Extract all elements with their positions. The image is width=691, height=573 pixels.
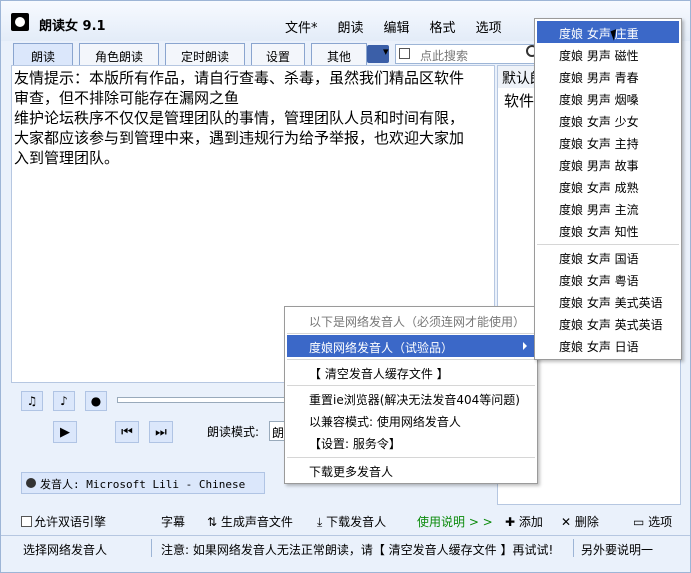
editor-line: 大家都应该参与到管理中来，遇到违规行为给予举报，也欢迎大家加 [14, 129, 465, 147]
editor-line: 审查，但不排除可能存在漏网之鱼 [14, 89, 240, 107]
menu-read[interactable]: 朗读 [338, 17, 364, 36]
app-logo-icon [11, 13, 29, 31]
ctx-divider [287, 457, 535, 458]
play-button[interactable]: ▶ [53, 421, 77, 443]
ctx-divider [287, 359, 535, 360]
submenu-item[interactable]: 度娘 男声 烟嗓 [537, 87, 679, 109]
bilingual-checkbox[interactable]: 允许双语引擎 [21, 513, 106, 530]
submenu-item[interactable]: 度娘 男声 故事 [537, 153, 679, 175]
submenu-item[interactable]: 度娘 女声 国语 [537, 246, 679, 268]
submenu-item[interactable]: 度娘 女声 庄重 [537, 21, 679, 43]
tab-role-read[interactable]: 角色朗读 [79, 43, 159, 65]
status-right: 另外要说明一 [581, 543, 654, 557]
submenu-item[interactable]: 度娘 女声 少女 [537, 109, 679, 131]
ctx-divider [287, 385, 535, 386]
status-divider [151, 539, 152, 557]
palette-icon[interactable] [367, 45, 389, 63]
ctx-clear-cache[interactable]: 【 清空发音人缓存文件 】 [287, 361, 535, 383]
submenu-item[interactable]: 度娘 男声 青春 [537, 65, 679, 87]
music-icon[interactable]: ♪ [53, 391, 75, 411]
voice-context-menu: 以下是网络发音人（必须连网才能使用） 度娘网络发音人（试验品） 【 清空发音人缓… [284, 306, 538, 484]
voice-label: 发音人: Microsoft Lili - Chinese [40, 478, 246, 491]
add-button[interactable]: ✚ 添加 [505, 513, 543, 530]
editor-line: 维护论坛秩序不仅仅是管理团队的事情，管理团队人员和时间有限， [14, 109, 465, 127]
help-link[interactable]: 使用说明 > > [417, 513, 493, 530]
gen-audio-button[interactable]: ⇅ 生成声音文件 [207, 513, 293, 530]
search-input[interactable]: 点此搜索 [395, 44, 535, 64]
status-bar: 选择网络发音人 注意: 如果网络发音人无法正常朗读，请【 清空发音人缓存文件 】… [1, 535, 690, 559]
doc-music-icon[interactable]: ♫ [21, 391, 43, 411]
subtitle-button[interactable]: 字幕 [161, 513, 185, 530]
download-voice-button[interactable]: ⤓ 下载发音人 [317, 513, 386, 530]
submenu-item[interactable]: 度娘 女声 粤语 [537, 268, 679, 290]
ctx-settings[interactable]: 【设置: 服务令】 [287, 431, 535, 453]
submenu-item[interactable]: 度娘 女声 日语 [537, 334, 679, 356]
editor-line: 入到管理团队。 [14, 149, 120, 167]
tab-read[interactable]: 朗读 [13, 43, 73, 65]
ctx-download-more[interactable]: 下载更多发音人 [287, 459, 535, 481]
search-box-icon [399, 48, 410, 59]
menu-edit[interactable]: 编辑 [384, 17, 410, 36]
baidu-voice-submenu: 度娘 女声 庄重 度娘 男声 磁性 度娘 男声 青春 度娘 男声 烟嗓 度娘 女… [534, 18, 682, 360]
submenu-item[interactable]: 度娘 女声 知性 [537, 219, 679, 241]
checkbox-icon [21, 516, 32, 527]
submenu-arrow-icon [523, 342, 527, 350]
submenu-divider [537, 244, 679, 245]
submenu-item[interactable]: 度娘 男声 磁性 [537, 43, 679, 65]
submenu-item[interactable]: 度娘 女声 成熟 [537, 175, 679, 197]
ctx-reset-ie[interactable]: 重置ie浏览器(解决无法发音404等问题) [287, 387, 535, 409]
submenu-item[interactable]: 度娘 男声 主流 [537, 197, 679, 219]
editor-line: 友情提示：本版所有作品，请自行查毒、杀毒，虽然我们精品区软件 [14, 69, 465, 87]
app-title: 朗读女 9.1 [39, 19, 106, 34]
microphone-icon[interactable]: ● [85, 391, 107, 411]
ctx-baidu-label: 度娘网络发音人（试验品） [309, 341, 454, 355]
submenu-item[interactable]: 度娘 女声 美式英语 [537, 290, 679, 312]
tab-strip: 朗读 角色朗读 定时朗读 设置 其他 [13, 43, 373, 65]
menu-bar: 文件* 朗读 编辑 格式 选项 [285, 17, 502, 36]
tab-settings[interactable]: 设置 [251, 43, 305, 65]
menu-format[interactable]: 格式 [430, 17, 456, 36]
ctx-header: 以下是网络发音人（必须连网才能使用） [309, 315, 526, 329]
delete-button[interactable]: ✕ 删除 [561, 513, 599, 530]
ctx-baidu-voices[interactable]: 度娘网络发音人（试验品） [287, 335, 535, 357]
read-mode-label: 朗读模式: [207, 425, 260, 439]
ctx-compat-mode[interactable]: 以兼容模式: 使用网络发音人 [287, 409, 535, 431]
person-icon [26, 478, 36, 488]
status-divider [573, 539, 574, 557]
voice-select[interactable]: 发音人: Microsoft Lili - Chinese [21, 472, 265, 494]
prev-button[interactable]: ⏮ [115, 421, 139, 443]
tab-timed-read[interactable]: 定时朗读 [165, 43, 245, 65]
next-button[interactable]: ⏭ [149, 421, 173, 443]
submenu-item[interactable]: 度娘 女声 英式英语 [537, 312, 679, 334]
options-button[interactable]: ▭ 选项 [633, 513, 672, 530]
submenu-item[interactable]: 度娘 女声 主持 [537, 131, 679, 153]
menu-file[interactable]: 文件* [285, 17, 318, 36]
status-left: 选择网络发音人 [23, 543, 108, 557]
ctx-divider [287, 333, 535, 334]
status-notice: 注意: 如果网络发音人无法正常朗读，请【 清空发音人缓存文件 】再试试! [161, 543, 554, 557]
tab-other[interactable]: 其他 [311, 43, 367, 65]
footer-toolbar: 允许双语引擎 字幕 ⇅ 生成声音文件 ⤓ 下载发音人 使用说明 > > ✚ 添加… [11, 507, 681, 533]
menu-options[interactable]: 选项 [476, 17, 502, 36]
